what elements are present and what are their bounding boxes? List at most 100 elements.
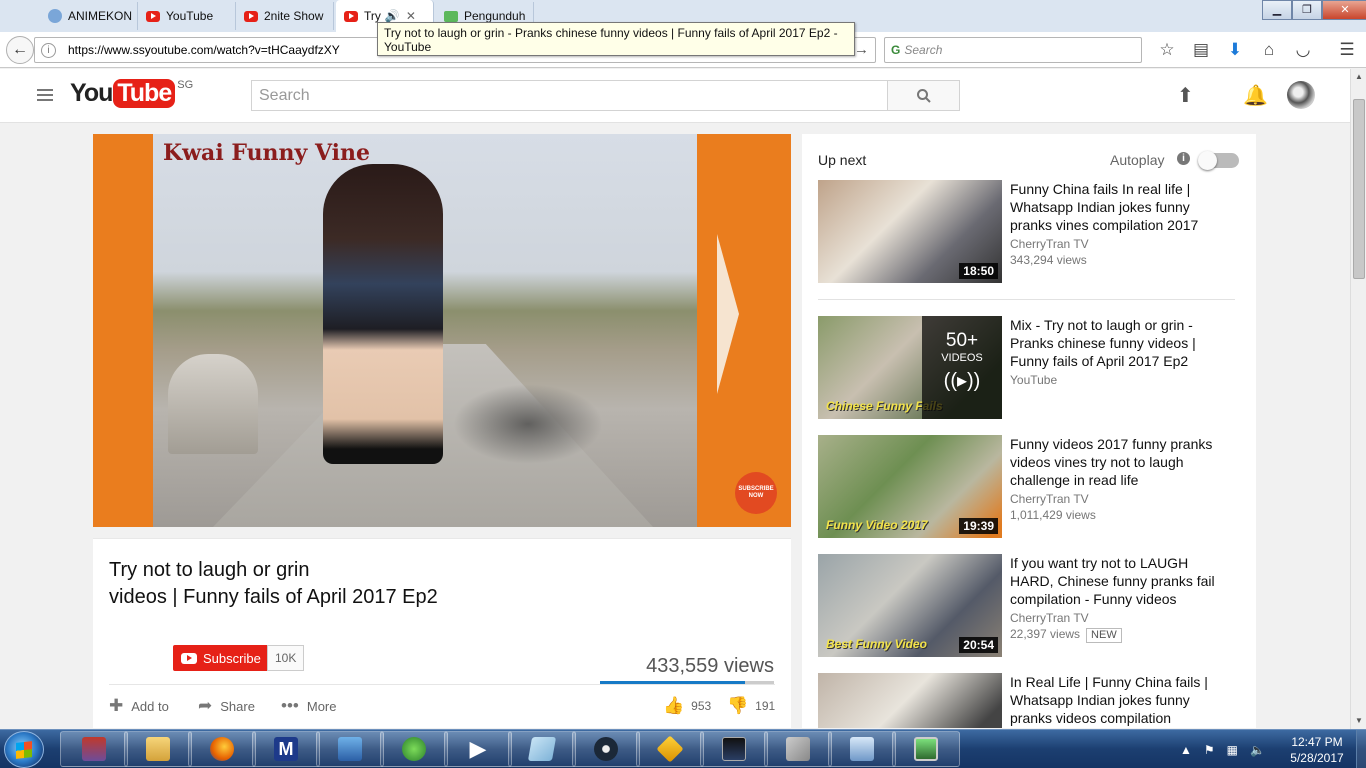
video-item[interactable]: Funny Video 2017 19:39 Funny videos 2017… <box>818 435 1238 539</box>
tab-label: ANIMEKON <box>68 9 133 23</box>
like-button[interactable]: 👍 953 <box>663 696 711 716</box>
url-text: https://www.ssyoutube.com/watch?v=tHCaay… <box>68 43 340 57</box>
duration-badge: 18:50 <box>959 263 998 279</box>
scroll-up-icon[interactable]: ▲ <box>1351 69 1366 85</box>
play-icon: ▶ <box>469 736 487 761</box>
mix-playlist-item[interactable]: Chinese Funny Fails 50+ VIDEOS ((▸)) Mix… <box>818 316 1238 420</box>
avatar[interactable] <box>1287 81 1315 109</box>
dislike-button[interactable]: 👎 191 <box>727 696 775 716</box>
back-arrow-icon[interactable]: ← <box>6 36 34 64</box>
info-icon[interactable]: i <box>41 42 56 58</box>
video-thumbnail[interactable] <box>818 673 1002 728</box>
window-controls: ▁ ❐ ✕ <box>1262 0 1366 20</box>
youtube-search-input[interactable]: Search <box>251 80 888 111</box>
subscribe-button[interactable]: Subscribe <box>173 645 269 671</box>
video-item-title[interactable]: Funny videos 2017 funny pranks videos vi… <box>1010 435 1230 489</box>
mix-play-icon: ((▸)) <box>943 370 981 392</box>
taskbar-app-network[interactable] <box>316 731 384 767</box>
taskbar-app-winamp[interactable] <box>636 731 704 767</box>
taskbar-app-firefox[interactable] <box>188 731 256 767</box>
info-icon[interactable]: i <box>1177 152 1190 165</box>
more-dots-icon: ••• <box>281 696 299 715</box>
video-item[interactable]: In Real Life | Funny China fails | Whats… <box>818 673 1238 728</box>
autoplay-toggle[interactable] <box>1198 151 1239 170</box>
taskbar-app-game[interactable] <box>700 731 768 767</box>
network-app-icon <box>338 737 362 761</box>
action-center-flag-icon[interactable]: ⚑ <box>1204 743 1215 757</box>
youtube-search-button[interactable] <box>887 80 960 111</box>
taskbar-app-m[interactable]: M <box>252 731 320 767</box>
page-scrollbar[interactable]: ▲ ▼ <box>1350 69 1366 729</box>
search-icon <box>916 89 931 103</box>
video-thumbnail[interactable]: 18:50 <box>818 180 1002 283</box>
taskbar-app-winrar[interactable] <box>60 731 128 767</box>
taskbar-app-player[interactable]: ▶ <box>444 731 512 767</box>
notes-icon <box>527 737 557 761</box>
browser-tab-2nite-show[interactable]: 2nite Show <box>236 2 334 30</box>
tab-label: Pengunduh <box>464 9 526 23</box>
minimize-icon[interactable]: ▁ <box>1262 0 1292 20</box>
menu-icon[interactable]: ☰ <box>1330 38 1364 62</box>
steam-icon <box>594 737 618 761</box>
divider <box>818 299 1235 300</box>
subscriber-count: 10K <box>267 645 305 671</box>
guide-menu-icon[interactable] <box>37 89 53 104</box>
upload-icon[interactable]: ⬆ <box>1177 83 1194 108</box>
browser-search-field[interactable]: G Search <box>884 37 1142 63</box>
download-manager-icon <box>402 737 426 761</box>
taskbar-app-monitor[interactable] <box>892 731 960 767</box>
video-item[interactable]: Best Funny Video 20:54 If you want try n… <box>818 554 1238 658</box>
maximize-icon[interactable]: ❐ <box>1292 0 1322 20</box>
notifications-bell-icon[interactable]: 🔔 <box>1243 83 1268 108</box>
share-button[interactable]: ➦ Share <box>198 696 255 716</box>
taskbar-app-steam[interactable] <box>572 731 640 767</box>
video-subscribe-badge: SUBSCRIBE NOW <box>735 472 777 514</box>
go-arrow-icon[interactable]: → <box>854 41 869 58</box>
new-badge: NEW <box>1086 628 1122 643</box>
speaker-icon[interactable]: 🔊 <box>385 9 400 23</box>
show-desktop-button[interactable] <box>1356 730 1366 768</box>
window-close-icon[interactable]: ✕ <box>1322 0 1366 20</box>
up-next-video-item[interactable]: 18:50 Funny China fails In real life | W… <box>818 180 1238 284</box>
show-hidden-icons-icon[interactable]: ▲ <box>1180 743 1192 757</box>
tab-label: 2nite Show <box>264 9 324 23</box>
winamp-icon <box>656 735 684 763</box>
taskbar-app-explorer[interactable] <box>124 731 192 767</box>
search-placeholder: Search <box>904 43 943 57</box>
close-tab-icon[interactable]: ✕ <box>406 9 416 23</box>
scrollbar-thumb[interactable] <box>1353 99 1365 279</box>
mix-overlay: 50+ VIDEOS ((▸)) <box>922 316 1002 419</box>
network-icon[interactable]: ▦ <box>1227 743 1238 757</box>
channel-name: CherryTran TV <box>1010 492 1089 506</box>
taskbar-app-notes[interactable] <box>508 731 576 767</box>
video-player[interactable]: Kwai Funny Vine SUBSCRIBE NOW <box>93 134 791 527</box>
download-arrow-icon[interactable]: ⬇ <box>1218 38 1252 62</box>
taskbar-clock[interactable]: 12:47 PM 5/28/2017 <box>1283 734 1351 766</box>
taskbar-app-control-panel[interactable] <box>828 731 896 767</box>
volume-icon[interactable]: 🔈 <box>1250 743 1265 757</box>
bookmark-star-icon[interactable]: ☆ <box>1150 38 1184 62</box>
more-button[interactable]: ••• More <box>281 696 336 716</box>
search-engine-icon[interactable]: G <box>891 43 900 57</box>
browser-tab-animekon[interactable]: ANIMEKON <box>40 2 138 30</box>
video-item-title[interactable]: If you want try not to LAUGH HARD, Chine… <box>1010 554 1230 608</box>
channel-name: CherryTran TV <box>1010 611 1089 625</box>
pocket-icon[interactable]: ◡ <box>1286 38 1320 62</box>
video-item-title[interactable]: Funny China fails In real life | Whatsap… <box>1010 180 1230 234</box>
video-thumbnail[interactable]: Funny Video 2017 19:39 <box>818 435 1002 538</box>
scroll-down-icon[interactable]: ▼ <box>1351 713 1366 729</box>
video-item-title[interactable]: In Real Life | Funny China fails | Whats… <box>1010 673 1230 727</box>
start-button-icon[interactable] <box>4 731 44 768</box>
share-icon: ➦ <box>198 696 213 715</box>
home-icon[interactable]: ⌂ <box>1252 38 1286 62</box>
youtube-logo[interactable]: You Tube SG <box>70 79 193 108</box>
taskbar-app-tools[interactable] <box>764 731 832 767</box>
video-thumbnail[interactable]: Chinese Funny Fails 50+ VIDEOS ((▸)) <box>818 316 1002 419</box>
browser-tab-youtube[interactable]: YouTube <box>138 2 236 30</box>
reading-list-icon[interactable]: ▤ <box>1184 38 1218 62</box>
channel-name: CherryTran TV <box>1010 237 1089 251</box>
video-item-title[interactable]: Mix - Try not to laugh or grin - Pranks … <box>1010 316 1230 370</box>
video-thumbnail[interactable]: Best Funny Video 20:54 <box>818 554 1002 657</box>
taskbar-app-idm[interactable] <box>380 731 448 767</box>
add-to-button[interactable]: ✚ Add to <box>109 696 169 716</box>
